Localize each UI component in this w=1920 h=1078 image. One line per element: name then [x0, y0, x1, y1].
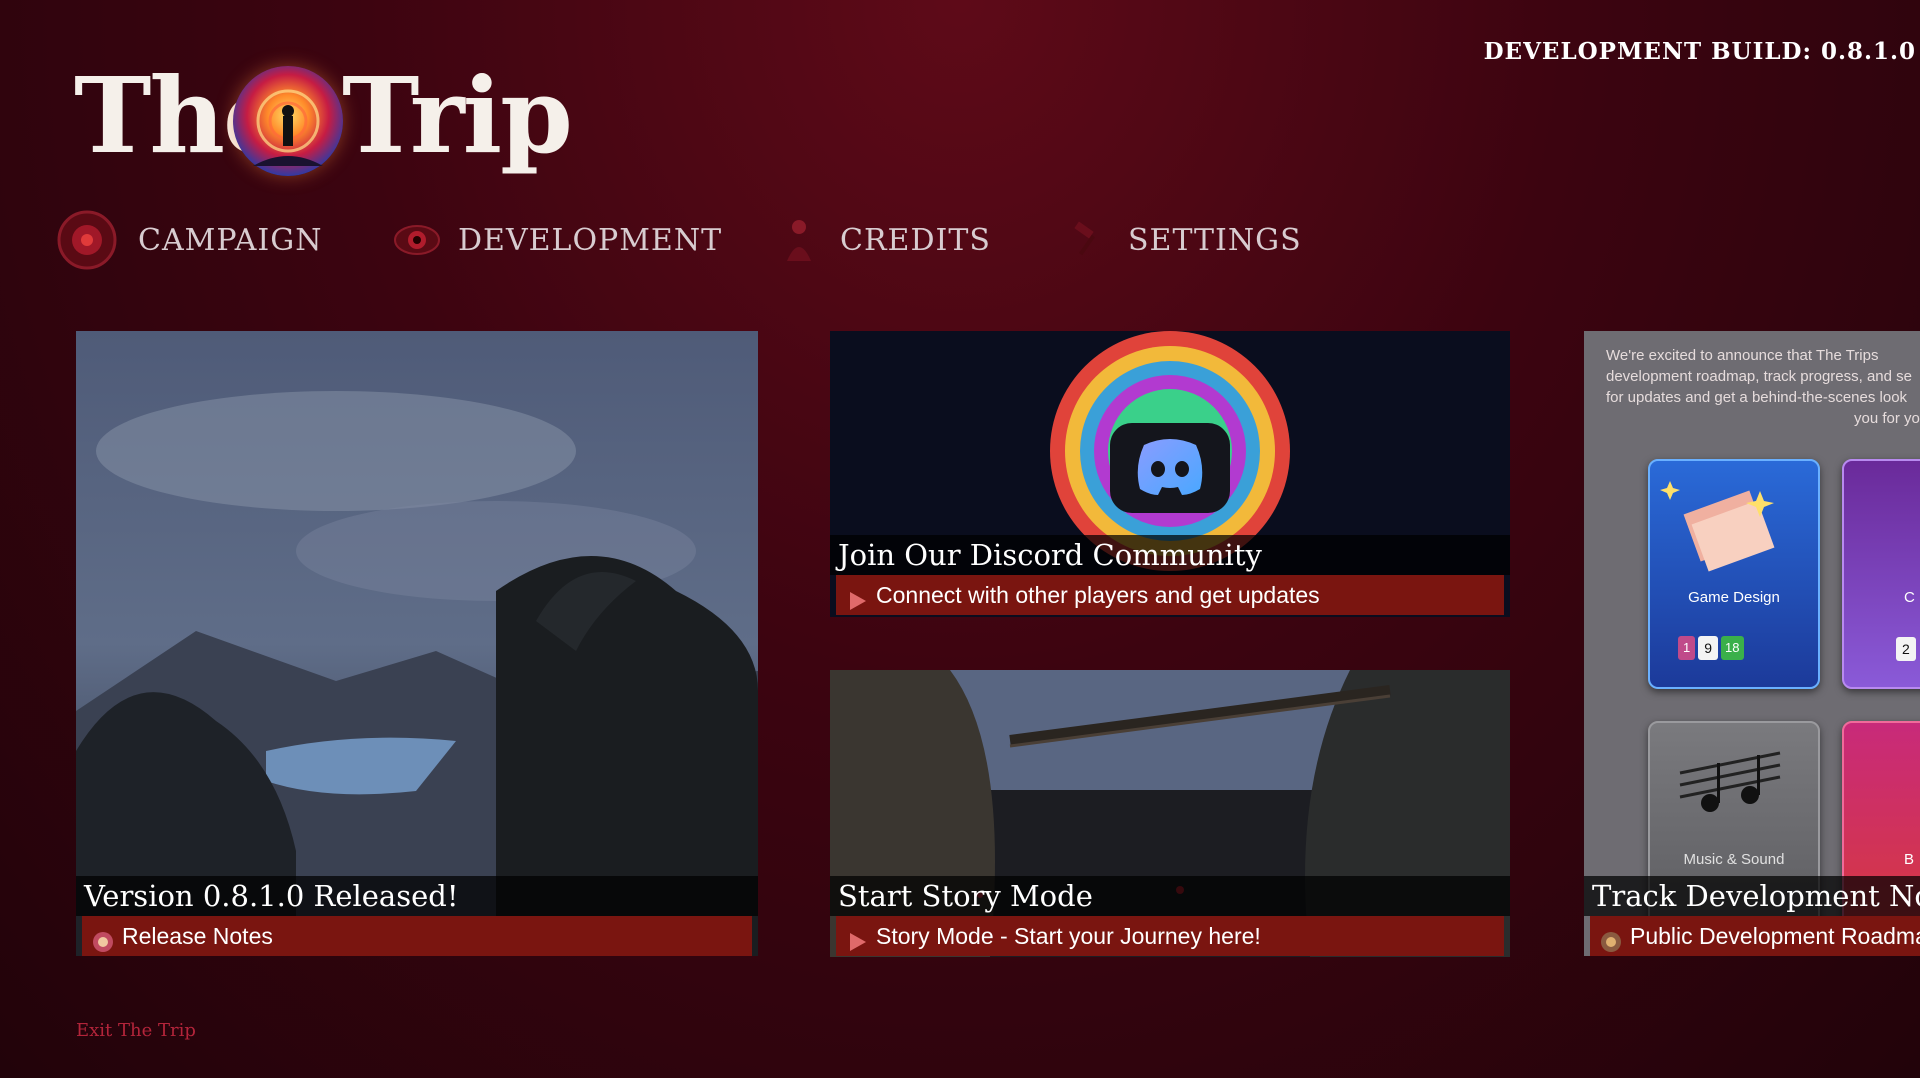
- announcement-line: you for yo: [1854, 410, 1920, 427]
- story-card[interactable]: Start Story Mode Story Mode - Start your…: [830, 670, 1510, 957]
- roadmap-subtitle-label: Public Development Roadmap: [1630, 923, 1920, 949]
- play-arrow-icon: [846, 925, 868, 951]
- tile-label: Game Design: [1688, 589, 1780, 606]
- logo-word-right: Trip: [342, 54, 573, 177]
- roadmap-card[interactable]: We're excited to announce that The Trips…: [1584, 331, 1920, 956]
- forest-lake-image: [76, 331, 758, 956]
- discord-card-subtitle: Connect with other players and get updat…: [836, 575, 1504, 615]
- tile-label: Music & Sound: [1683, 851, 1785, 868]
- nav-campaign[interactable]: CAMPAIGN: [52, 190, 323, 290]
- count-badge: 1: [1678, 636, 1696, 660]
- announcement-line: We're excited to announce that The Trips: [1606, 347, 1879, 364]
- count-badge: 9: [1698, 636, 1719, 660]
- tile-counts: 1 9 18: [1678, 636, 1744, 660]
- nav-credits-label: CREDITS: [840, 222, 991, 258]
- release-card-subtitle: Release Notes: [82, 916, 752, 956]
- release-notes-label: Release Notes: [122, 923, 273, 949]
- game-logo: The Trip: [74, 60, 573, 180]
- story-subtitle-label: Story Mode - Start your Journey here!: [876, 923, 1261, 949]
- figure-icon: [774, 205, 824, 275]
- count-badge: 2: [1896, 637, 1916, 661]
- tile-label: B: [1904, 851, 1915, 868]
- roadmap-card-title: Track Development Now: [1584, 876, 1920, 916]
- logo-orb-icon: [233, 66, 343, 176]
- release-card[interactable]: Version 0.8.1.0 Released! Release Notes: [76, 331, 758, 956]
- discord-icon: [1130, 431, 1210, 506]
- discord-card[interactable]: Join Our Discord Community Connect with …: [830, 331, 1510, 617]
- build-version: DEVELOPMENT BUILD: 0.8.1.0: [1483, 38, 1916, 65]
- announcement-line: development roadmap, track progress, and…: [1606, 368, 1912, 385]
- tile-label: C: [1904, 589, 1915, 606]
- tile-code: C 2: [1842, 459, 1920, 689]
- play-arrow-icon: [846, 584, 868, 610]
- exit-link[interactable]: Exit The Trip: [76, 1020, 196, 1041]
- nav-credits[interactable]: CREDITS: [774, 190, 991, 290]
- story-card-title: Start Story Mode: [830, 876, 1510, 916]
- nav-settings-label: SETTINGS: [1128, 222, 1302, 258]
- discord-subtitle-label: Connect with other players and get updat…: [876, 582, 1320, 608]
- roadmap-card-subtitle: Public Development Roadmap: [1590, 916, 1920, 956]
- eye-icon: [392, 205, 442, 275]
- story-card-subtitle: Story Mode - Start your Journey here!: [836, 916, 1504, 956]
- roadmap-announcement: We're excited to announce that The Trips…: [1584, 345, 1920, 429]
- roadmap-icon: [1600, 925, 1622, 952]
- count-badge: 18: [1721, 636, 1744, 660]
- nav-campaign-label: CAMPAIGN: [138, 222, 323, 258]
- nav-development[interactable]: DEVELOPMENT: [392, 190, 722, 290]
- nav-settings[interactable]: SETTINGS: [1062, 190, 1302, 290]
- tile-game-design: Game Design 1 9 18: [1648, 459, 1820, 689]
- release-notes-icon: [92, 925, 114, 952]
- nav-development-label: DEVELOPMENT: [458, 222, 723, 258]
- release-card-title: Version 0.8.1.0 Released!: [76, 876, 758, 916]
- discord-card-title: Join Our Discord Community: [830, 535, 1510, 575]
- announcement-line: for updates and get a behind-the-scenes …: [1606, 389, 1908, 406]
- ornament-icon: [52, 205, 122, 275]
- hammer-icon: [1062, 205, 1112, 275]
- music-notes-icon: [1679, 751, 1781, 812]
